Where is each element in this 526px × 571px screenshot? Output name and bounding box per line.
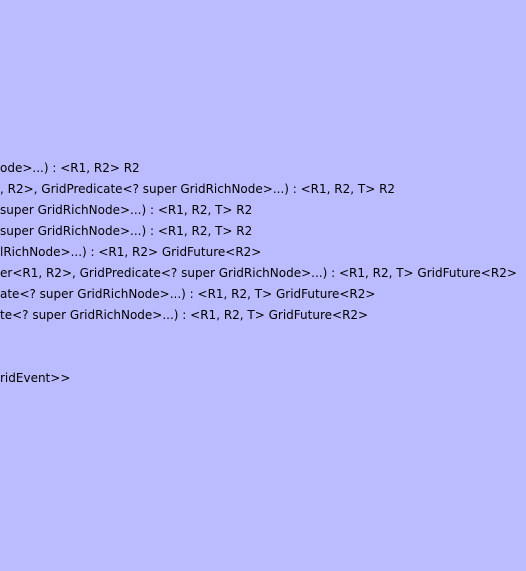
- method-signature: te<? super GridRichNode>...) : <R1, R2, …: [0, 308, 369, 322]
- class-stereotype: ridEvent>>: [0, 371, 71, 385]
- method-signature: ate<? super GridRichNode>...) : <R1, R2,…: [0, 287, 376, 301]
- uml-class-diagram: ode>...) : <R1, R2> R2 , R2>, GridPredic…: [0, 0, 526, 571]
- method-signature: ode>...) : <R1, R2> R2: [0, 161, 140, 175]
- method-signature: lRichNode>...) : <R1, R2> GridFuture<R2>: [0, 245, 262, 259]
- method-signature: super GridRichNode>...) : <R1, R2, T> R2: [0, 224, 253, 238]
- method-signature: er<R1, R2>, GridPredicate<? super GridRi…: [0, 266, 517, 280]
- method-signature: super GridRichNode>...) : <R1, R2, T> R2: [0, 203, 253, 217]
- method-signature: , R2>, GridPredicate<? super GridRichNod…: [0, 182, 396, 196]
